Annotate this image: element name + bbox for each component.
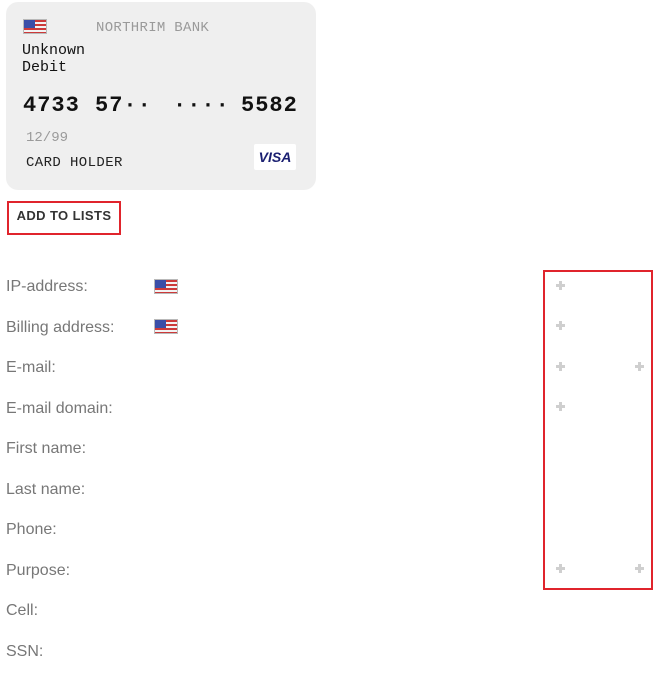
card-holder: CARD HOLDER	[26, 155, 123, 171]
us-flag-icon	[154, 319, 178, 334]
plus-icon[interactable]	[556, 281, 565, 290]
field-label-ssn: SSN:	[6, 643, 44, 660]
field-label-first-name: First name:	[6, 440, 87, 457]
card-expiry: 12/99	[26, 130, 69, 146]
card-number-group: 4733	[23, 93, 80, 118]
add-to-lists-button[interactable]: ADD TO LISTS	[7, 201, 121, 235]
plus-icon[interactable]	[556, 362, 565, 371]
plus-icon[interactable]	[556, 564, 565, 573]
card-number-group: 57··	[95, 93, 152, 118]
plus-icon[interactable]	[635, 362, 644, 371]
plus-icon[interactable]	[556, 402, 565, 411]
plus-icon[interactable]	[556, 321, 565, 330]
card-type: Debit	[22, 59, 68, 76]
plus-icon[interactable]	[635, 564, 644, 573]
field-label-email-domain: E-mail domain:	[6, 400, 113, 417]
visa-logo-icon: VISA	[254, 144, 296, 170]
card-origin: Unknown	[22, 42, 86, 59]
field-label-billing-address: Billing address:	[6, 319, 115, 336]
field-label-last-name: Last name:	[6, 481, 86, 498]
payment-card: NORTHRIM BANK Unknown Debit 4733 57·· ··…	[6, 2, 316, 190]
field-label-email: E-mail:	[6, 359, 56, 376]
field-label-purpose: Purpose:	[6, 562, 71, 579]
us-flag-icon	[154, 279, 178, 294]
field-label-cell: Cell:	[6, 602, 39, 619]
field-label-ip-address: IP-address:	[6, 278, 88, 295]
card-number-group: ····	[173, 93, 230, 118]
add-actions-column	[543, 270, 653, 590]
bank-name: NORTHRIM BANK	[96, 20, 210, 36]
field-label-phone: Phone:	[6, 521, 57, 538]
card-number-group: 5582	[241, 93, 298, 118]
us-flag-icon	[23, 19, 47, 34]
